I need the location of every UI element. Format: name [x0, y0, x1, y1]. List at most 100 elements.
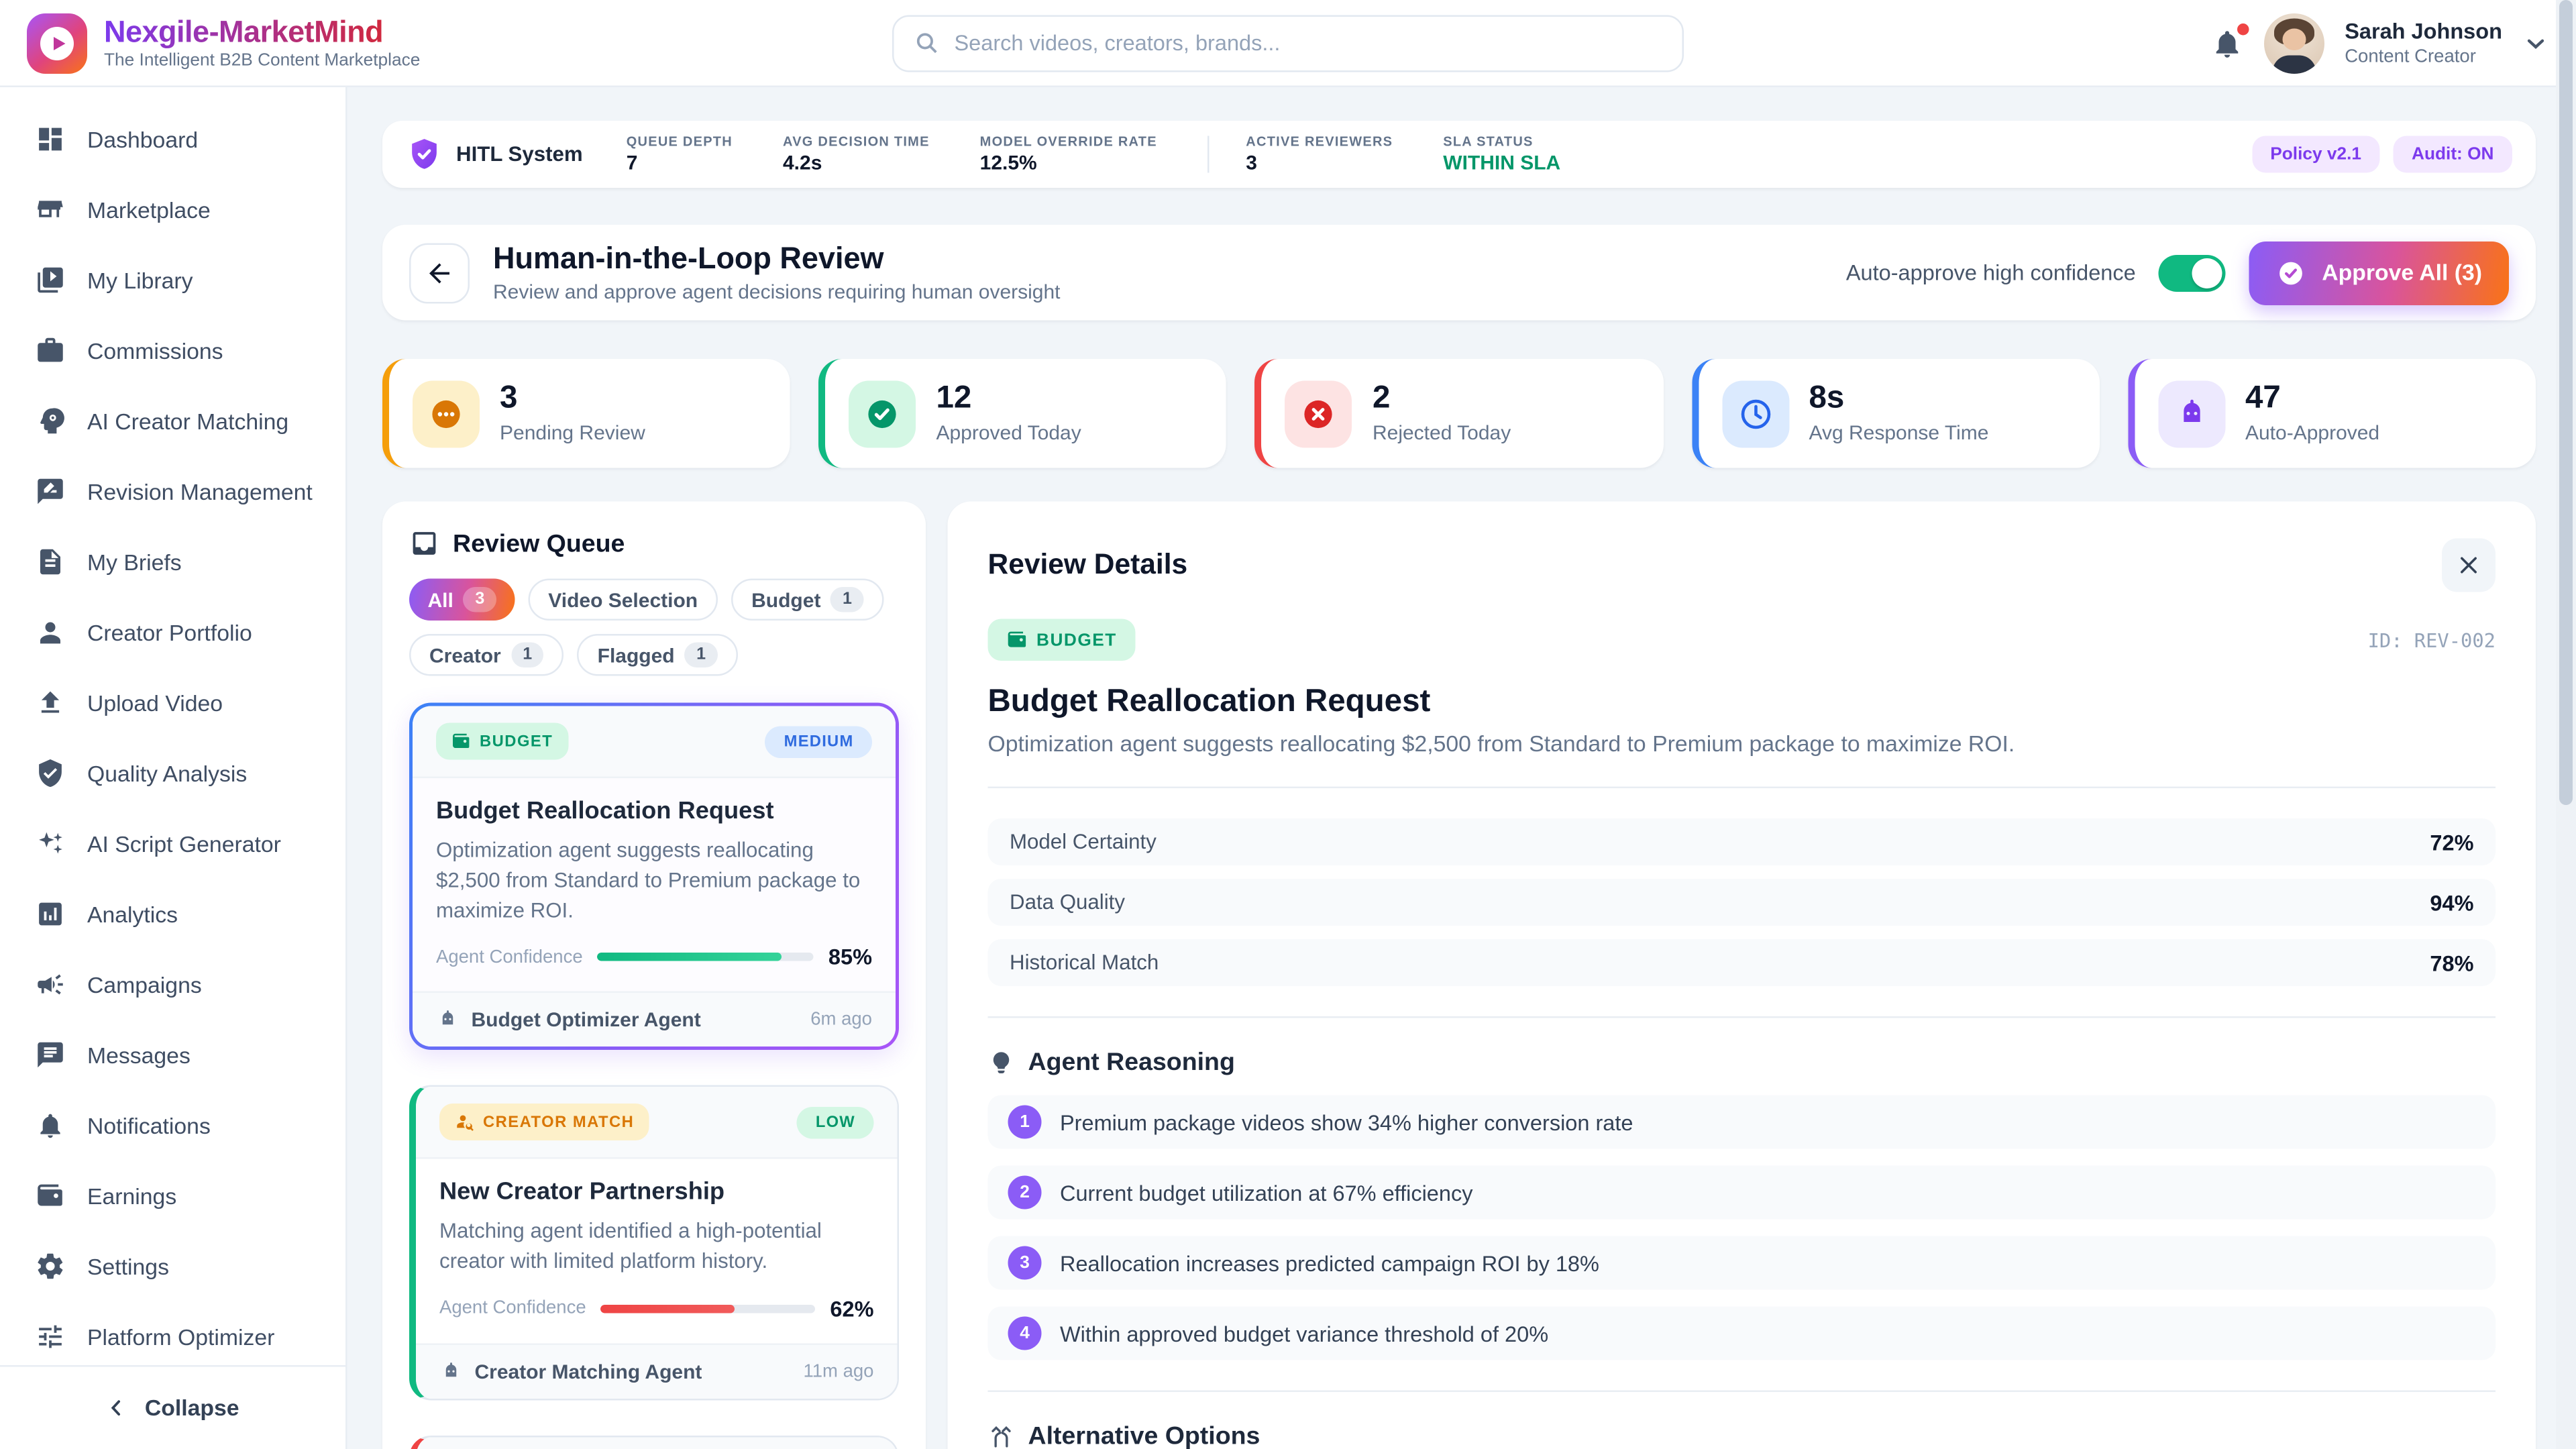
divider	[988, 1391, 2496, 1393]
queue-card-title: Budget Reallocation Request	[436, 798, 872, 825]
sidebar-collapse-button[interactable]: Collapse	[0, 1365, 345, 1449]
search-input[interactable]	[955, 30, 1662, 56]
metric-historical-match: Historical Match 78%	[988, 939, 2496, 986]
check-circle-icon	[2277, 258, 2307, 288]
rate-review-icon	[36, 476, 66, 506]
app-logo-icon	[27, 13, 87, 73]
wallet-icon	[1006, 629, 1028, 651]
reasoning-item: 1 Premium package videos show 34% higher…	[988, 1095, 2496, 1149]
app-name: Nexgile-MarketMind	[104, 15, 420, 50]
filter-video-selection[interactable]: Video Selection	[528, 579, 718, 621]
audit-status-badge: Audit: ON	[2394, 136, 2513, 173]
queue-card-budget-reallocation[interactable]: BUDGET MEDIUM Budget Reallocation Reques…	[409, 703, 899, 1051]
wallet-icon	[451, 731, 472, 751]
agent-name: Budget Optimizer Agent	[436, 1008, 701, 1032]
alternatives-title: Alternative Options	[1028, 1422, 1260, 1449]
divider	[988, 1016, 2496, 1018]
reasoning-title: Agent Reasoning	[1028, 1049, 1235, 1077]
hitl-metric-avg-decision-time: AVG DECISION TIME 4.2s	[783, 134, 930, 174]
stat-auto-approved: 47Auto-Approved	[2128, 359, 2536, 468]
user-avatar[interactable]	[2264, 13, 2324, 73]
filter-budget[interactable]: Budget 1	[731, 579, 883, 621]
sidebar-item-messages[interactable]: Messages	[0, 1020, 345, 1090]
filter-all[interactable]: All 3	[409, 579, 515, 621]
alt-route-icon	[988, 1423, 1015, 1449]
back-button[interactable]	[409, 242, 470, 303]
queue-card-description: Optimization agent suggests reallocating…	[436, 837, 872, 926]
shield-check-icon	[36, 758, 66, 788]
robot-icon	[436, 1008, 460, 1032]
sidebar-item-platform-optimizer[interactable]: Platform Optimizer	[0, 1301, 345, 1372]
budget-type-badge: BUDGET	[988, 619, 1136, 661]
review-queue-panel: Review Queue All 3 Video Selection Budge…	[382, 502, 926, 1449]
sidebar-item-notifications[interactable]: Notifications	[0, 1090, 345, 1161]
search-icon	[914, 30, 940, 56]
policy-version-badge: Policy v2.1	[2252, 136, 2380, 173]
bell-icon	[36, 1110, 66, 1140]
stat-approved-today: 12Approved Today	[818, 359, 1226, 468]
person-icon	[36, 617, 66, 647]
divider	[988, 787, 2496, 789]
document-icon	[36, 547, 66, 577]
sparkles-icon	[36, 828, 66, 859]
close-button[interactable]	[2442, 539, 2496, 592]
details-title: Review Details	[988, 549, 1188, 582]
sidebar: Dashboard Marketplace My Library Commiss…	[0, 87, 347, 1449]
chevron-left-icon	[106, 1397, 128, 1419]
review-item-description: Optimization agent suggests reallocating…	[988, 731, 2496, 757]
queue-card-new-creator-partnership[interactable]: CREATOR MATCH LOW New Creator Partnershi…	[409, 1085, 899, 1400]
queue-filters: All 3 Video Selection Budget 1 Creator 1	[409, 579, 899, 676]
page-scrollbar	[2556, 0, 2576, 1449]
brand[interactable]: Nexgile-MarketMind The Intelligent B2B C…	[27, 13, 631, 73]
sidebar-item-upload-video[interactable]: Upload Video	[0, 667, 345, 738]
video-library-icon	[36, 265, 66, 295]
sidebar-item-creator-portfolio[interactable]: Creator Portfolio	[0, 597, 345, 667]
sidebar-item-ai-script-generator[interactable]: AI Script Generator	[0, 808, 345, 879]
queue-card-title: New Creator Partnership	[439, 1179, 874, 1206]
stats-row: 3Pending Review 12Approved Today 2Reject…	[382, 359, 2536, 468]
confidence-value: 62%	[830, 1296, 873, 1322]
reasoning-item: 2 Current budget utilization at 67% effi…	[988, 1166, 2496, 1220]
notifications-bell-icon[interactable]	[2210, 26, 2244, 60]
auto-approve-label: Auto-approve high confidence	[1846, 260, 2136, 286]
filter-creator[interactable]: Creator 1	[409, 634, 564, 676]
sidebar-item-settings[interactable]: Settings	[0, 1231, 345, 1301]
notification-dot	[2236, 21, 2251, 36]
stat-rejected-today: 2Rejected Today	[1255, 359, 1663, 468]
person-search-icon	[455, 1112, 475, 1132]
queue-card-description: Matching agent identified a high-potenti…	[439, 1218, 874, 1278]
sidebar-item-commissions[interactable]: Commissions	[0, 315, 345, 386]
dashboard-icon	[36, 124, 66, 154]
sidebar-item-my-briefs[interactable]: My Briefs	[0, 527, 345, 597]
hitl-metric-queue-depth: QUEUE DEPTH 7	[627, 134, 733, 174]
chevron-down-icon[interactable]	[2522, 30, 2549, 56]
sidebar-item-analytics[interactable]: Analytics	[0, 879, 345, 949]
hitl-metric-model-override-rate: MODEL OVERRIDE RATE 12.5%	[980, 134, 1157, 174]
close-icon	[2457, 553, 2481, 577]
sidebar-item-quality-analysis[interactable]: Quality Analysis	[0, 738, 345, 808]
sidebar-item-ai-creator-matching[interactable]: AI Creator Matching	[0, 386, 345, 456]
robot-icon	[439, 1360, 463, 1383]
global-search[interactable]	[892, 14, 1684, 71]
sidebar-item-revision-management[interactable]: Revision Management	[0, 456, 345, 527]
review-item-title: Budget Reallocation Request	[988, 684, 2496, 721]
scrollbar-thumb[interactable]	[2559, 0, 2573, 805]
sidebar-item-dashboard[interactable]: Dashboard	[0, 104, 345, 174]
page-title: Human-in-the-Loop Review	[493, 241, 1061, 277]
stat-avg-response-time: 8sAvg Response Time	[1691, 359, 2099, 468]
filter-flagged[interactable]: Flagged 1	[578, 634, 738, 676]
sidebar-item-campaigns[interactable]: Campaigns	[0, 949, 345, 1020]
stat-pending-review: 3Pending Review	[382, 359, 790, 468]
sidebar-item-my-library[interactable]: My Library	[0, 245, 345, 315]
reasoning-item: 3 Reallocation increases predicted campa…	[988, 1236, 2496, 1290]
divider	[1208, 136, 1210, 173]
sidebar-item-earnings[interactable]: Earnings	[0, 1161, 345, 1231]
chat-icon	[36, 1040, 66, 1070]
approve-all-button[interactable]: Approve All (3)	[2250, 241, 2509, 305]
priority-badge: MEDIUM	[765, 725, 872, 757]
sidebar-item-marketplace[interactable]: Marketplace	[0, 174, 345, 245]
queue-card-partial[interactable]	[409, 1435, 899, 1449]
auto-approve-toggle[interactable]	[2159, 254, 2226, 291]
user-info[interactable]: Sarah Johnson Content Creator	[2345, 19, 2502, 66]
x-circle-icon	[1285, 380, 1352, 447]
